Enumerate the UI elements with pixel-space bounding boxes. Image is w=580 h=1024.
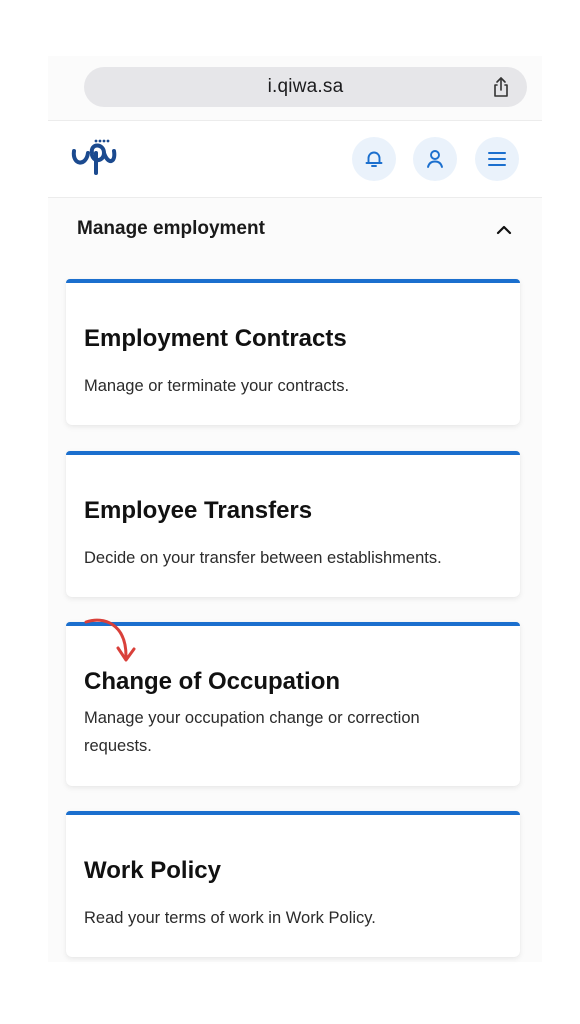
user-icon (427, 150, 443, 168)
menu-icon (488, 152, 506, 166)
qiwa-logo[interactable] (68, 135, 122, 177)
site-header (48, 120, 542, 198)
employment-contracts-card[interactable]: Employment Contracts Manage or terminate… (66, 279, 520, 425)
card-description: Manage or terminate your contracts. (84, 377, 350, 395)
card-title: Employee Transfers (84, 497, 313, 524)
employee-transfers-card[interactable]: Employee Transfers Decide on your transf… (66, 451, 520, 597)
work-policy-card[interactable]: Work Policy Read your terms of work in W… (66, 811, 520, 957)
card-description: Decide on your transfer between establis… (84, 549, 442, 567)
card-description: Manage your occupation change or correct… (84, 709, 420, 755)
card-description: Read your terms of work in Work Policy. (84, 909, 376, 927)
url-text: i.qiwa.sa (267, 76, 344, 97)
bell-icon (365, 151, 383, 167)
address-bar[interactable]: i.qiwa.sa (84, 67, 527, 107)
chevron-up-icon[interactable] (492, 218, 516, 242)
manage-employment-section-header[interactable]: Manage employment (48, 200, 542, 260)
share-icon[interactable] (489, 75, 513, 99)
profile-button[interactable] (413, 137, 457, 181)
card-title: Change of Occupation (84, 668, 341, 695)
section-title: Manage employment (77, 218, 265, 239)
card-title: Employment Contracts (84, 325, 347, 352)
menu-button[interactable] (475, 137, 519, 181)
card-title: Work Policy (84, 857, 221, 884)
notifications-button[interactable] (352, 137, 396, 181)
change-of-occupation-card[interactable]: Change of Occupation Manage your occupat… (66, 622, 520, 786)
